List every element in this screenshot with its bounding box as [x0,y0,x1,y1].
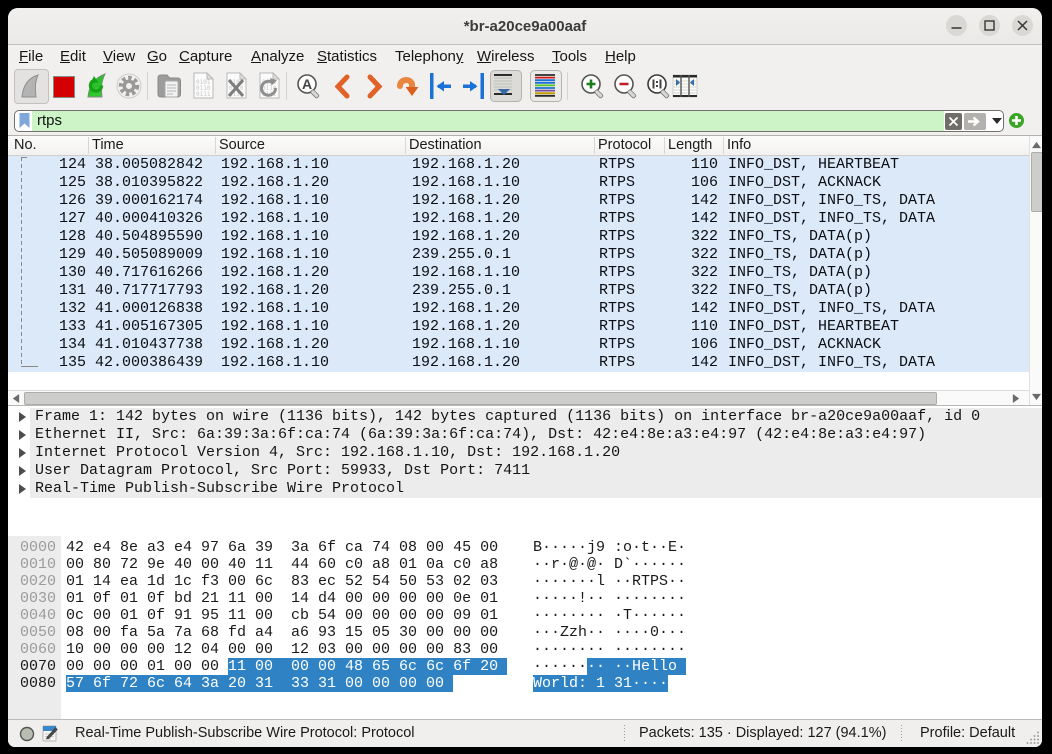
svg-text:A: A [302,76,312,92]
svg-text:0111: 0111 [196,91,211,98]
